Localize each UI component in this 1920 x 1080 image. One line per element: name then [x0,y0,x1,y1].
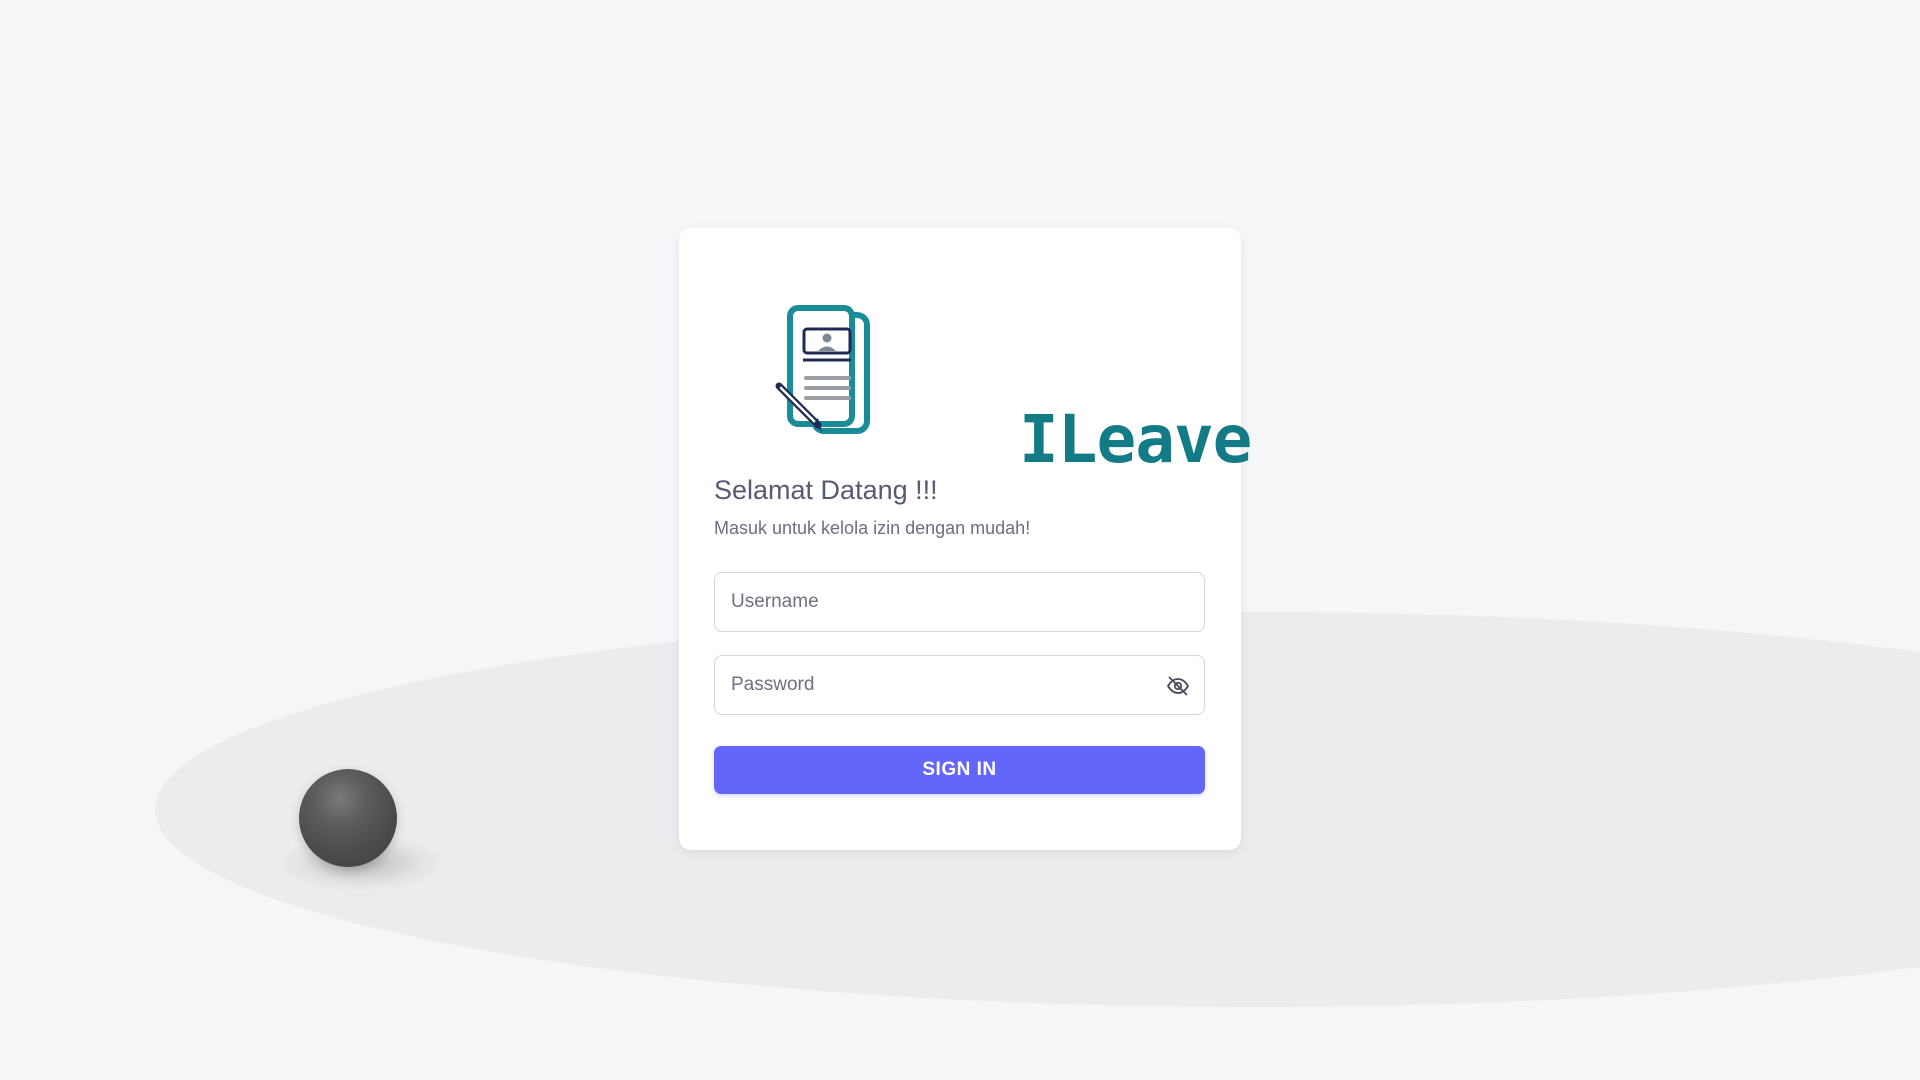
document-icon [775,305,870,434]
app-logo: ILeave [774,305,1252,473]
brand-name: ILeave [1019,401,1252,478]
decorative-sphere [299,769,397,867]
login-card: ILeave Selamat Datang !!! Masuk untuk ke… [679,228,1252,850]
password-input[interactable] [715,656,1204,714]
sign-in-button[interactable]: SIGN IN [714,746,1205,794]
eye-off-icon[interactable] [1166,674,1190,698]
welcome-subtitle: Masuk untuk kelola izin dengan mudah! [714,518,1031,538]
login-page: ILeave Selamat Datang !!! Masuk untuk ke… [0,0,1920,1080]
username-field [714,572,1205,632]
password-field [714,655,1205,715]
welcome-title: Selamat Datang !!! [714,475,938,505]
username-input[interactable] [715,573,1204,631]
